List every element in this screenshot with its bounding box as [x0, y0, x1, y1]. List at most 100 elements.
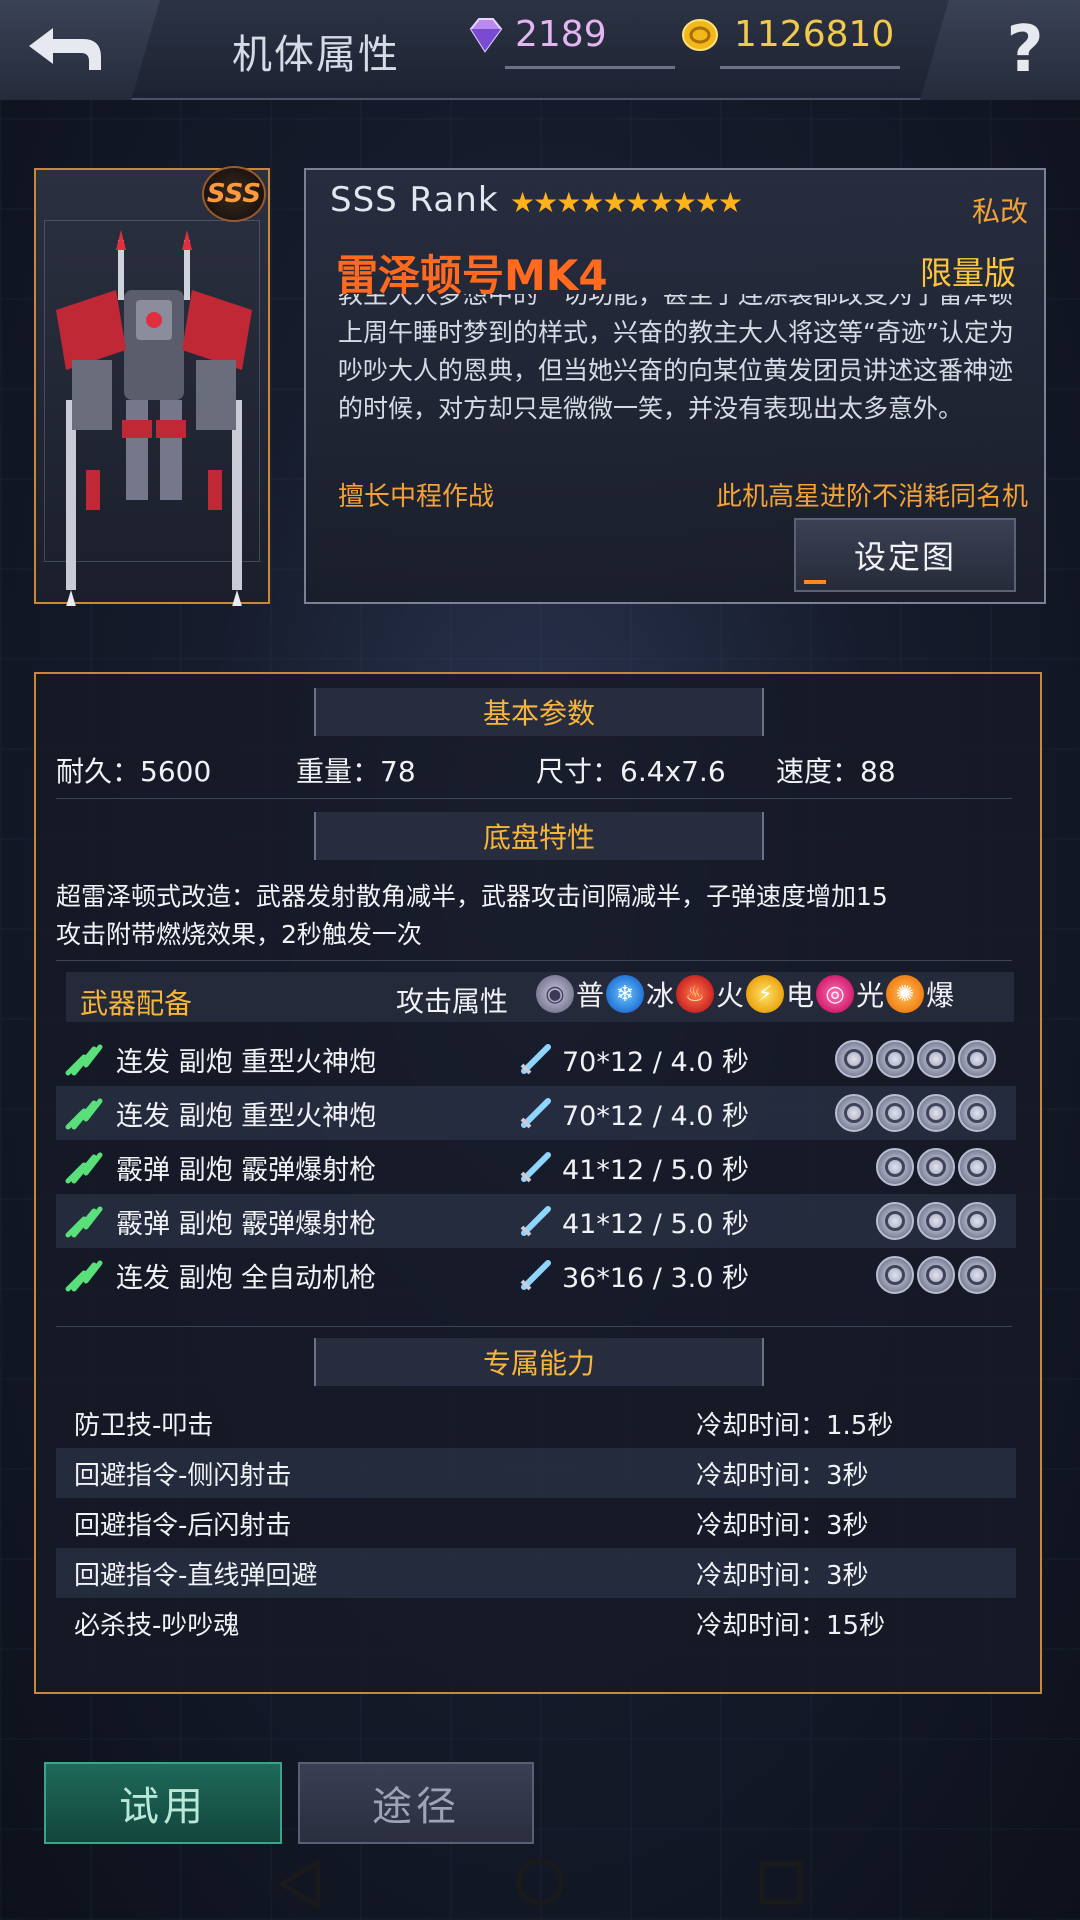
nav-recent-apps-icon[interactable]	[758, 1860, 804, 1906]
sword-icon	[516, 1093, 560, 1133]
attack-attr-label: 攻击属性	[396, 985, 509, 1018]
advance-note: 此机高星进阶不消耗同名机	[715, 482, 1028, 512]
help-button[interactable]: ?	[920, 0, 1080, 100]
weapon-damage: 41*12 / 5.0 秒	[562, 1154, 749, 1186]
weapon-row[interactable]: 霰弹 副炮 霰弹爆射枪 41*12 / 5.0 秒	[56, 1194, 1016, 1248]
slot-icon	[917, 1094, 955, 1132]
skill-cooldown: 冷却时间：3秒	[696, 1560, 869, 1591]
setting-art-button[interactable]: 设定图	[794, 518, 1016, 592]
element-slots	[873, 1256, 996, 1294]
element-label: 普	[576, 979, 605, 1012]
slot-icon	[958, 1148, 996, 1186]
element-electric: ⚡ 电	[746, 974, 814, 1014]
route-label: 途径	[372, 1784, 460, 1830]
slot-icon	[835, 1094, 873, 1132]
try-button[interactable]: 试用	[44, 1762, 282, 1844]
weapons-header-bar: 武器配备 攻击属性 ◉ 普 ❄ 冰 ♨ 火 ⚡ 电 ◎ 光 ✺ 爆	[66, 972, 1014, 1022]
skill-cooldown: 冷却时间：3秒	[696, 1460, 869, 1491]
element-label: 火	[716, 979, 745, 1012]
sword-icon	[516, 1255, 560, 1295]
weapon-name: 连发 副炮 重型火神炮	[116, 1100, 377, 1132]
chassis-line-2: 攻击附带燃烧效果，2秒触发一次	[56, 920, 422, 949]
slot-icon	[958, 1256, 996, 1294]
element-label: 电	[786, 979, 815, 1012]
gem-icon	[469, 17, 503, 53]
skill-cooldown: 冷却时间：15秒	[696, 1610, 886, 1641]
element-slots	[832, 1040, 996, 1078]
chassis-line-1: 超雷泽顿式改造：武器发射散角减半，武器攻击间隔减半，子弹速度增加15	[56, 882, 888, 911]
mech-description[interactable]: 教主大人梦想中的一切功能，甚至于连涂装都改变为了雷泽顿上周午睡时梦到的样式，兴奋…	[338, 294, 1018, 466]
element-normal: ◉ 普	[536, 974, 604, 1014]
weapon-damage: 41*12 / 5.0 秒	[562, 1208, 749, 1240]
element-slots	[873, 1148, 996, 1186]
element-label: 冰	[646, 979, 675, 1012]
weapon-list[interactable]: 连发 副炮 重型火神炮 70*12 / 4.0 秒 连发 副炮 重型火神炮 70…	[56, 1032, 1016, 1296]
route-button[interactable]: 途径	[298, 1762, 534, 1844]
chassis-header: 底盘特性	[314, 812, 764, 860]
weapon-damage: 36*16 / 3.0 秒	[562, 1262, 749, 1294]
rank-label: SSS Rank	[330, 180, 499, 220]
sword-icon	[516, 1201, 560, 1241]
burst-element-icon: ✺	[886, 975, 925, 1013]
weapon-row[interactable]: 连发 副炮 重型火神炮 70*12 / 4.0 秒	[56, 1032, 1016, 1086]
nav-back-icon[interactable]	[276, 1858, 324, 1910]
weapon-row[interactable]: 连发 副炮 重型火神炮 70*12 / 4.0 秒	[56, 1086, 1016, 1140]
ice-element-icon: ❄	[606, 975, 645, 1013]
skill-name: 回避指令-直线弹回避	[74, 1560, 318, 1591]
gold-count: 1126810	[734, 14, 895, 55]
skill-name: 回避指令-后闪射击	[74, 1510, 292, 1541]
skill-list: 防卫技-叩击 冷却时间：1.5秒 回避指令-侧闪射击 冷却时间：3秒 回避指令-…	[56, 1398, 1016, 1648]
gold-underline	[720, 66, 900, 69]
speed-stat: 速度：88	[776, 755, 896, 788]
basic-params-header: 基本参数	[314, 688, 764, 736]
weapon-type-icon	[64, 1039, 104, 1079]
gem-counter: 2189	[465, 14, 675, 69]
weapon-damage: 70*12 / 4.0 秒	[562, 1100, 749, 1132]
skill-row: 防卫技-叩击 冷却时间：1.5秒	[56, 1398, 1016, 1448]
skill-name: 必杀技-吵吵魂	[74, 1610, 240, 1641]
weapon-name: 连发 副炮 全自动机枪	[116, 1262, 377, 1294]
slot-icon	[917, 1148, 955, 1186]
sword-icon	[516, 1147, 560, 1187]
element-label: 光	[856, 979, 885, 1012]
skill-name: 回避指令-侧闪射击	[74, 1460, 292, 1491]
sss-rank-badge: SSS	[202, 166, 266, 222]
element-light: ◎ 光	[816, 974, 884, 1014]
slot-icon	[917, 1202, 955, 1240]
weapon-type-icon	[64, 1093, 104, 1133]
slot-icon	[958, 1094, 996, 1132]
weapon-type-icon	[64, 1255, 104, 1295]
slot-icon	[876, 1202, 914, 1240]
weapon-row[interactable]: 连发 副炮 全自动机枪 36*16 / 3.0 秒	[56, 1248, 1016, 1296]
slot-icon	[958, 1040, 996, 1078]
weapon-type-icon	[64, 1201, 104, 1241]
nav-home-icon[interactable]	[514, 1856, 566, 1908]
slot-icon	[917, 1256, 955, 1294]
weapon-name: 霰弹 副炮 霰弹爆射枪	[116, 1208, 377, 1240]
divider	[56, 798, 1012, 799]
skill-row: 回避指令-侧闪射击 冷却时间：3秒	[56, 1448, 1016, 1498]
slot-icon	[876, 1256, 914, 1294]
slot-icon	[835, 1040, 873, 1078]
specialty-text: 擅长中程作战	[338, 482, 495, 512]
special-abilities-header: 专属能力	[314, 1338, 764, 1386]
size-stat: 尺寸：6.4x7.6	[536, 755, 726, 788]
gem-underline	[505, 66, 675, 69]
weapon-row[interactable]: 霰弹 副炮 霰弹爆射枪 41*12 / 5.0 秒	[56, 1140, 1016, 1194]
weapon-damage: 70*12 / 4.0 秒	[562, 1046, 749, 1078]
gold-coin-icon	[682, 18, 718, 51]
element-label: 爆	[926, 979, 955, 1012]
mech-sprite-icon	[56, 230, 252, 606]
slot-icon	[958, 1202, 996, 1240]
skill-row: 回避指令-后闪射击 冷却时间：3秒	[56, 1498, 1016, 1548]
attributes-panel: 基本参数 耐久：5600 重量：78 尺寸：6.4x7.6 速度：88 底盘特性…	[34, 672, 1042, 1694]
setting-art-label: 设定图	[853, 538, 956, 576]
element-slots	[873, 1202, 996, 1240]
electric-element-icon: ⚡	[746, 975, 785, 1013]
mech-info-card: SSS Rank ★★★★★★★★★★ 私改 雷泽顿号MK4 限量版 教主大人梦…	[304, 168, 1046, 604]
mech-portrait[interactable]: SSS	[34, 166, 270, 606]
page-title: 机体属性	[232, 32, 400, 78]
slot-icon	[876, 1148, 914, 1186]
back-button[interactable]	[0, 0, 160, 100]
slot-icon	[876, 1094, 914, 1132]
